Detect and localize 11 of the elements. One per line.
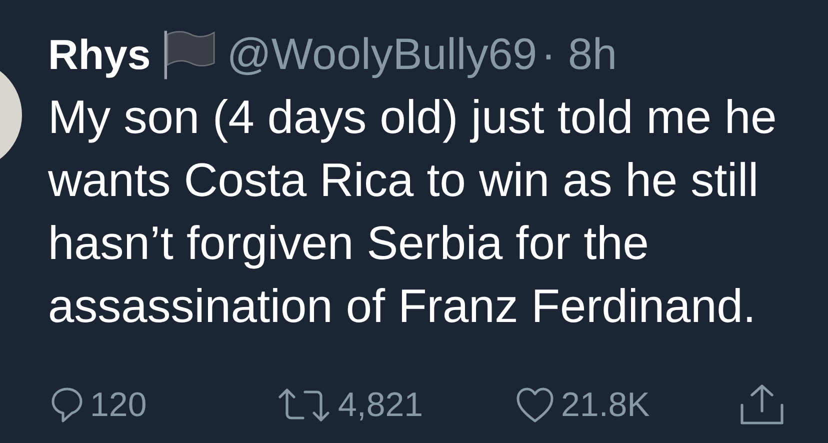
heart-icon[interactable] [515, 386, 555, 424]
tweet-text: My son (4 days old) just told me he wants Costa Rica to win as he still hasn’t forgiven Serbia for the assassination of Franz Ferdinand. [48, 89, 778, 334]
speech-bubble-icon[interactable] [50, 386, 84, 424]
timestamp: · 8h [541, 30, 617, 80]
action-count: 120 [90, 386, 147, 424]
action-count: 4,821 [338, 386, 424, 424]
action-count: 21.8K [561, 386, 650, 424]
display-name: Rhys [48, 31, 151, 79]
user-handle[interactable]: @WoolyBully69 [226, 30, 538, 80]
retweet-icon[interactable] [276, 386, 332, 424]
share-icon[interactable] [738, 383, 786, 427]
